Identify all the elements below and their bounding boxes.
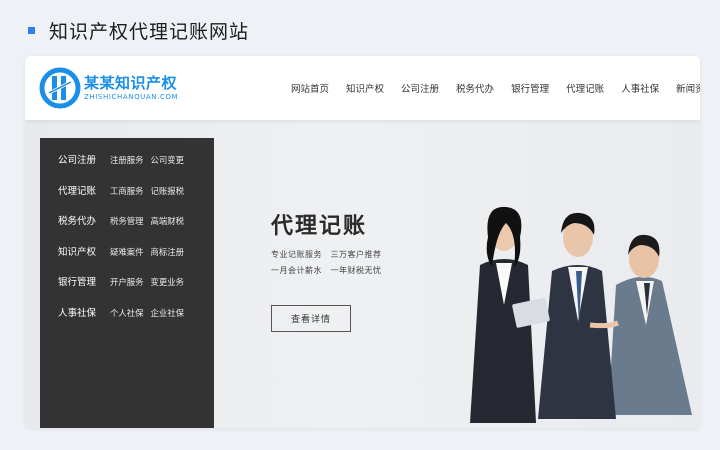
menu-sub-item[interactable]: 记账报税 [151,185,185,197]
menu-row: 知识产权 疑难案件 商标注册 [58,244,214,275]
menu-row: 人事社保 个人社保 企业社保 [58,305,214,336]
page-heading: 知识产权代理记账网站 [28,16,249,44]
menu-main-item[interactable]: 税务代办 [58,213,110,227]
promo-title: 代理记账 [271,214,368,239]
menu-sub-item[interactable]: 注册服务 [110,154,144,166]
menu-sub-item[interactable]: 开户服务 [110,276,144,288]
person-left [470,206,550,423]
promo-block: 代理记账 专业记账服务 三万客户推荐 一月会计薪水 一年财税无忧 查看详情 [271,208,382,332]
promo-line-2: 一月会计薪水 一年财税无忧 [271,266,382,275]
menu-row: 银行管理 开户服务 变更业务 [58,274,214,305]
menu-row: 代理记账 工商服务 记账报税 [58,183,214,214]
nav-item-news[interactable]: 新闻资讯 [676,81,700,95]
page-title: 知识产权代理记账网站 [49,20,250,43]
nav-item-ip[interactable]: 知识产权 [346,81,384,95]
logo-icon [39,67,81,109]
person-right [608,234,692,415]
menu-sub-item[interactable]: 疑难案件 [110,246,144,258]
business-team-illustration [470,206,692,423]
menu-main-item[interactable]: 知识产权 [58,244,110,258]
menu-sub-item[interactable]: 企业社保 [151,307,185,319]
view-details-button[interactable]: 查看详情 [271,305,351,332]
menu-main-item[interactable]: 公司注册 [58,152,110,166]
menu-sub-item[interactable]: 个人社保 [110,307,144,319]
logo-subtitle: ZHISHICHANQUAN.COM [84,93,179,101]
menu-row: 公司注册 注册服务 公司变更 [58,152,214,183]
nav-item-company-registration[interactable]: 公司注册 [401,81,439,95]
person-middle [538,212,619,419]
nav-item-social-security[interactable]: 人事社保 [621,81,659,95]
nav-item-bank[interactable]: 银行管理 [511,81,549,95]
menu-sub-item[interactable]: 商标注册 [151,246,185,258]
main-nav: 网站首页 知识产权 公司注册 税务代办 银行管理 代理记账 人事社保 新闻资讯 [291,56,700,120]
promo-line-1: 专业记账服务 三万客户推荐 [271,250,382,259]
site-logo[interactable]: 某某知识产权 ZHISHICHANQUAN.COM [39,67,178,109]
nav-item-home[interactable]: 网站首页 [291,81,329,95]
menu-sub-item[interactable]: 变更业务 [151,276,185,288]
menu-main-item[interactable]: 人事社保 [58,305,110,319]
menu-sub-item[interactable]: 税务管理 [110,215,144,227]
nav-item-bookkeeping[interactable]: 代理记账 [566,81,604,95]
menu-sub-item[interactable]: 公司变更 [151,154,185,166]
logo-name: 某某知识产权 [84,74,178,92]
nav-item-tax[interactable]: 税务代办 [456,81,494,95]
menu-sub-item[interactable]: 工商服务 [110,185,144,197]
website-preview: 某某知识产权 ZHISHICHANQUAN.COM 网站首页 知识产权 公司注册… [25,56,700,428]
menu-sub-item[interactable]: 高端财税 [151,215,185,227]
site-header: 某某知识产权 ZHISHICHANQUAN.COM 网站首页 知识产权 公司注册… [25,56,700,120]
hero-banner: 公司注册 注册服务 公司变更 代理记账 工商服务 记账报税 税务代办 税务管理 … [25,120,700,428]
category-menu: 公司注册 注册服务 公司变更 代理记账 工商服务 记账报税 税务代办 税务管理 … [40,138,214,428]
menu-main-item[interactable]: 银行管理 [58,274,110,288]
menu-row: 税务代办 税务管理 高端财税 [58,213,214,244]
menu-main-item[interactable]: 代理记账 [58,183,110,197]
heading-bullet-icon [28,26,35,34]
